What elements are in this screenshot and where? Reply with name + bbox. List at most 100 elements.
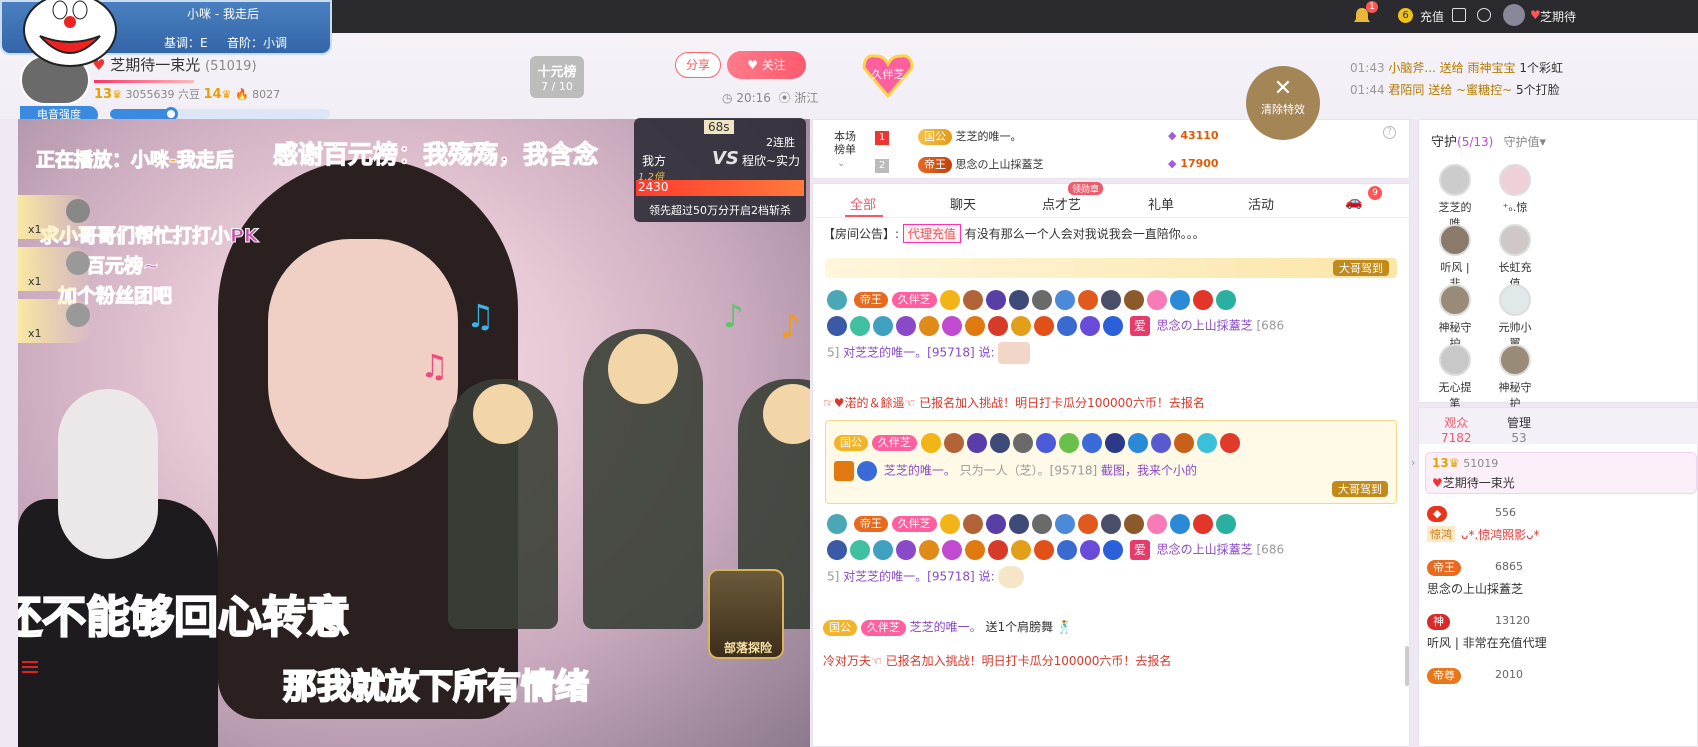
- ticker-text: 小脑斧... 送给 雨神宝宝: [1388, 61, 1516, 75]
- caret-down-icon[interactable]: ▾: [1539, 135, 1546, 150]
- audience-row[interactable]: 帝尊 2010: [1427, 666, 1697, 708]
- rank-number: 2: [875, 159, 889, 173]
- user-avatar[interactable]: [1503, 4, 1525, 26]
- tab-audience[interactable]: 观众 7182: [1441, 414, 1472, 445]
- chat-user-id: [686: [1256, 542, 1285, 557]
- chevron-right-icon[interactable]: ›: [1411, 456, 1425, 476]
- lyric-line: 还不能够回心转意: [18, 591, 351, 644]
- live-time: 20:16: [736, 91, 771, 105]
- car-icon[interactable]: 🚗: [1345, 194, 1362, 210]
- clear-effects-button[interactable]: ✕ 清除特效: [1246, 66, 1320, 140]
- music-note-icon: ♫: [466, 297, 495, 335]
- badge-row: 帝王 久伴芝: [827, 290, 1397, 316]
- rank-title: 十元榜: [537, 65, 577, 80]
- guard-member[interactable]: 听风 | 非: [1437, 224, 1473, 291]
- tribe-adventure-icon[interactable]: 部落探险: [708, 569, 784, 659]
- ticker-time: 01:44: [1350, 83, 1385, 97]
- chat-user-id: [686: [1256, 318, 1285, 333]
- audience-row[interactable]: ◆ 556 惊鸿 ᴗ*.惊鸿照影ᴗ*: [1427, 504, 1697, 546]
- chat-user[interactable]: 芝芝的唯一。: [884, 464, 956, 478]
- tab-admin[interactable]: 管理 53: [1507, 414, 1531, 445]
- tab-activity[interactable]: 活动: [1248, 194, 1274, 213]
- guard-member[interactable]: 神秘守护: [1437, 284, 1473, 351]
- vip-arrive-label: 大哥驾到: [1332, 481, 1388, 497]
- fan-badge-label: 久伴芝: [871, 68, 905, 81]
- chat-user[interactable]: 思念の上山採蓋芝: [1157, 543, 1253, 557]
- chat-text-row: 5] 对芝芝的唯一。[95718] 说:: [827, 566, 1397, 592]
- gift-message: 国公 久伴芝 芝芝的唯一。 送1个肩膀舞 🕺: [823, 618, 1072, 636]
- chat-user[interactable]: 思念の上山採蓋芝: [1157, 319, 1253, 333]
- audience-row[interactable]: 帝王 6865 思念の上山採蓋芝: [1427, 558, 1697, 600]
- gift-text: 送1个肩膀舞: [985, 620, 1054, 634]
- announce-tag[interactable]: 代理充值: [902, 224, 961, 243]
- tribe-adventure-label: 部落探险: [723, 641, 772, 655]
- rank-row[interactable]: 1 国公 芝芝的唯一。: [875, 128, 1022, 148]
- pk-panel[interactable]: 68s 我方 VS 2连胜 程欣~实力 1.2倍 2430 领先超过50万分开启…: [634, 118, 806, 222]
- clear-effects-label: 清除特效: [1261, 103, 1305, 116]
- edit-icon[interactable]: [1452, 8, 1466, 22]
- guard-member[interactable]: ⁺ₒ.惊: [1497, 164, 1533, 215]
- menu-icon[interactable]: [1477, 8, 1491, 22]
- guard-member[interactable]: 神秘守护: [1497, 344, 1533, 411]
- anchor-level: 13: [94, 87, 113, 102]
- guard-member[interactable]: 无心提笔: [1437, 344, 1473, 411]
- guard-member[interactable]: 芝芝的唯: [1437, 164, 1473, 231]
- tab-all[interactable]: 全部: [850, 194, 876, 213]
- noble-tag: 神: [1427, 614, 1450, 630]
- mic-strength-slider[interactable]: [110, 107, 330, 121]
- audience-row[interactable]: 神 13120 听风 | 非常在充值代理: [1427, 612, 1697, 654]
- ten-yuan-rank-button[interactable]: 十元榜 7 / 10: [530, 56, 584, 98]
- chat-message-highlight: 国公 久伴芝 芝芝的唯一。 只为一人（芝）。[95718] 截图，我来个小的 大…: [825, 420, 1397, 504]
- chevron-down-icon[interactable]: ⌄: [837, 158, 845, 169]
- video-plush-toy: [58, 389, 158, 559]
- chat-scrollbar[interactable]: [1405, 646, 1409, 686]
- song-key: 基调：E: [164, 36, 208, 50]
- charge-link[interactable]: 充值: [1420, 8, 1444, 25]
- tab-talent[interactable]: 点才艺: [1042, 194, 1081, 213]
- audience-name: 听风 | 非常在充值代理: [1427, 636, 1547, 650]
- tab-chat[interactable]: 聊天: [950, 194, 976, 213]
- guard-avatar: [1439, 284, 1471, 316]
- diamond-icon: ◆: [1168, 129, 1177, 142]
- ticker-row: 01:44 君陌同 送给 ~蜜糖控~ 5个打脸: [1350, 81, 1563, 103]
- live-meta: ◷ 20:16 ⦿ 浙江: [722, 89, 818, 106]
- ticker-text: 君陌同 送给 ~蜜糖控~: [1388, 83, 1513, 97]
- chat-to: 对芝芝的唯一。[95718] 说:: [843, 569, 995, 584]
- anchor-name[interactable]: 芝期待一束光: [110, 56, 200, 74]
- audience-name: ᴗ*.惊鸿照影ᴗ*: [1461, 528, 1540, 542]
- level-progress: [94, 80, 194, 83]
- noble-tag: 国公: [918, 129, 952, 145]
- chat-user[interactable]: 芝芝的唯一。: [910, 620, 982, 634]
- system-message[interactable]: ☞♥渃的＆餘遥☜ 已报名加入挑战！明日打卡瓜分100000六币！去报名: [823, 394, 1205, 411]
- guard-member[interactable]: 长虹充值: [1497, 224, 1533, 291]
- guard-sort[interactable]: 守护值: [1503, 135, 1539, 149]
- help-icon[interactable]: ?: [1383, 126, 1396, 139]
- heat-value: 8027: [252, 88, 281, 101]
- username[interactable]: 芝期待: [1540, 8, 1580, 25]
- fan-tag: 久伴芝: [891, 516, 937, 532]
- rank-row[interactable]: 2 帝王 思念の上山採蓋芝: [875, 156, 1044, 176]
- announce-text: 有没有那么一个人会对我说我会一直陪你。。。: [964, 227, 1205, 241]
- gift-ticker: 01:43 小脑斧... 送给 雨神宝宝 1个彩虹 01:44 君陌同 送给 ~…: [1350, 59, 1563, 103]
- coin-icon: 6: [1398, 8, 1413, 23]
- ticker-tail: 5个打脸: [1516, 83, 1560, 97]
- noble-tag: 帝王: [853, 516, 888, 532]
- guard-member[interactable]: 元帅小翼: [1497, 284, 1533, 351]
- guard-title[interactable]: 守护: [1431, 135, 1457, 150]
- tab-giftlist[interactable]: 礼单: [1148, 194, 1174, 213]
- follow-button[interactable]: ♥ 关注: [727, 51, 806, 79]
- chat-panel: 全部 聊天 点才艺 领勋章 礼单 活动 🚗 9 【房间公告】: 代理充值 有没有…: [812, 182, 1410, 747]
- audience-num: 556: [1495, 506, 1516, 519]
- badge-row: 爱 思念の上山採蓋芝 [686: [827, 540, 1397, 566]
- pk-us: 我方: [642, 154, 667, 168]
- guard-name: ⁺ₒ.惊: [1502, 201, 1528, 214]
- guard-avatar: [1439, 164, 1471, 196]
- system-message[interactable]: 冷对万夫☜ 已报名加入挑战！明日打卡瓜分100000六币！去报名: [823, 652, 1171, 669]
- noble-badge: ◆: [1427, 506, 1448, 522]
- guard-count: (5/13): [1457, 135, 1494, 149]
- lyrics-menu-icon[interactable]: [22, 659, 38, 675]
- share-button[interactable]: 分享: [675, 52, 721, 78]
- audience-row-highlight[interactable]: 13♛ 51019 ♥芝期待一束光: [1425, 452, 1697, 494]
- pk-score: 2430: [638, 180, 669, 194]
- fan-club-badge[interactable]: 久伴芝: [860, 52, 916, 99]
